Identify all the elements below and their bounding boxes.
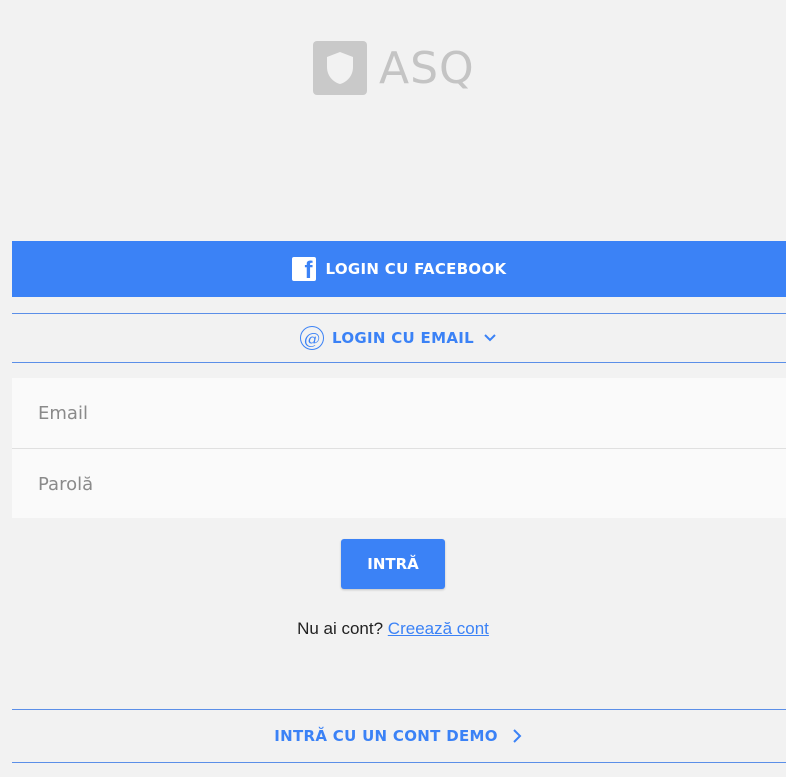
facebook-login-label: LOGIN CU FACEBOOK [325, 260, 507, 278]
login-form [12, 378, 786, 519]
chevron-right-icon [513, 729, 522, 743]
app-logo: ASQ [313, 40, 475, 96]
shield-icon [327, 52, 353, 84]
submit-button[interactable]: INTRĂ [341, 539, 445, 589]
facebook-icon: f [291, 257, 316, 283]
divider-demo-bottom [12, 762, 786, 763]
chevron-down-icon [484, 334, 496, 342]
signup-prompt-text: Nu ai cont? [297, 619, 384, 638]
demo-account-button[interactable]: INTRĂ CU UN CONT DEMO [12, 710, 786, 762]
brand-name: ASQ [379, 42, 475, 94]
shield-icon-box [313, 41, 367, 95]
create-account-link[interactable]: Creează cont [388, 619, 489, 638]
email-field[interactable] [12, 378, 786, 448]
email-login-toggle[interactable]: @ LOGIN CU EMAIL [12, 314, 786, 362]
email-login-label: LOGIN CU EMAIL [332, 329, 474, 347]
password-field[interactable] [12, 449, 786, 519]
demo-account-label: INTRĂ CU UN CONT DEMO [274, 727, 498, 745]
facebook-login-button[interactable]: f LOGIN CU FACEBOOK [12, 241, 786, 297]
divider-middle [12, 362, 786, 363]
at-sign-icon: @ [300, 326, 324, 350]
signup-prompt: Nu ai cont? Creează cont [0, 619, 786, 639]
